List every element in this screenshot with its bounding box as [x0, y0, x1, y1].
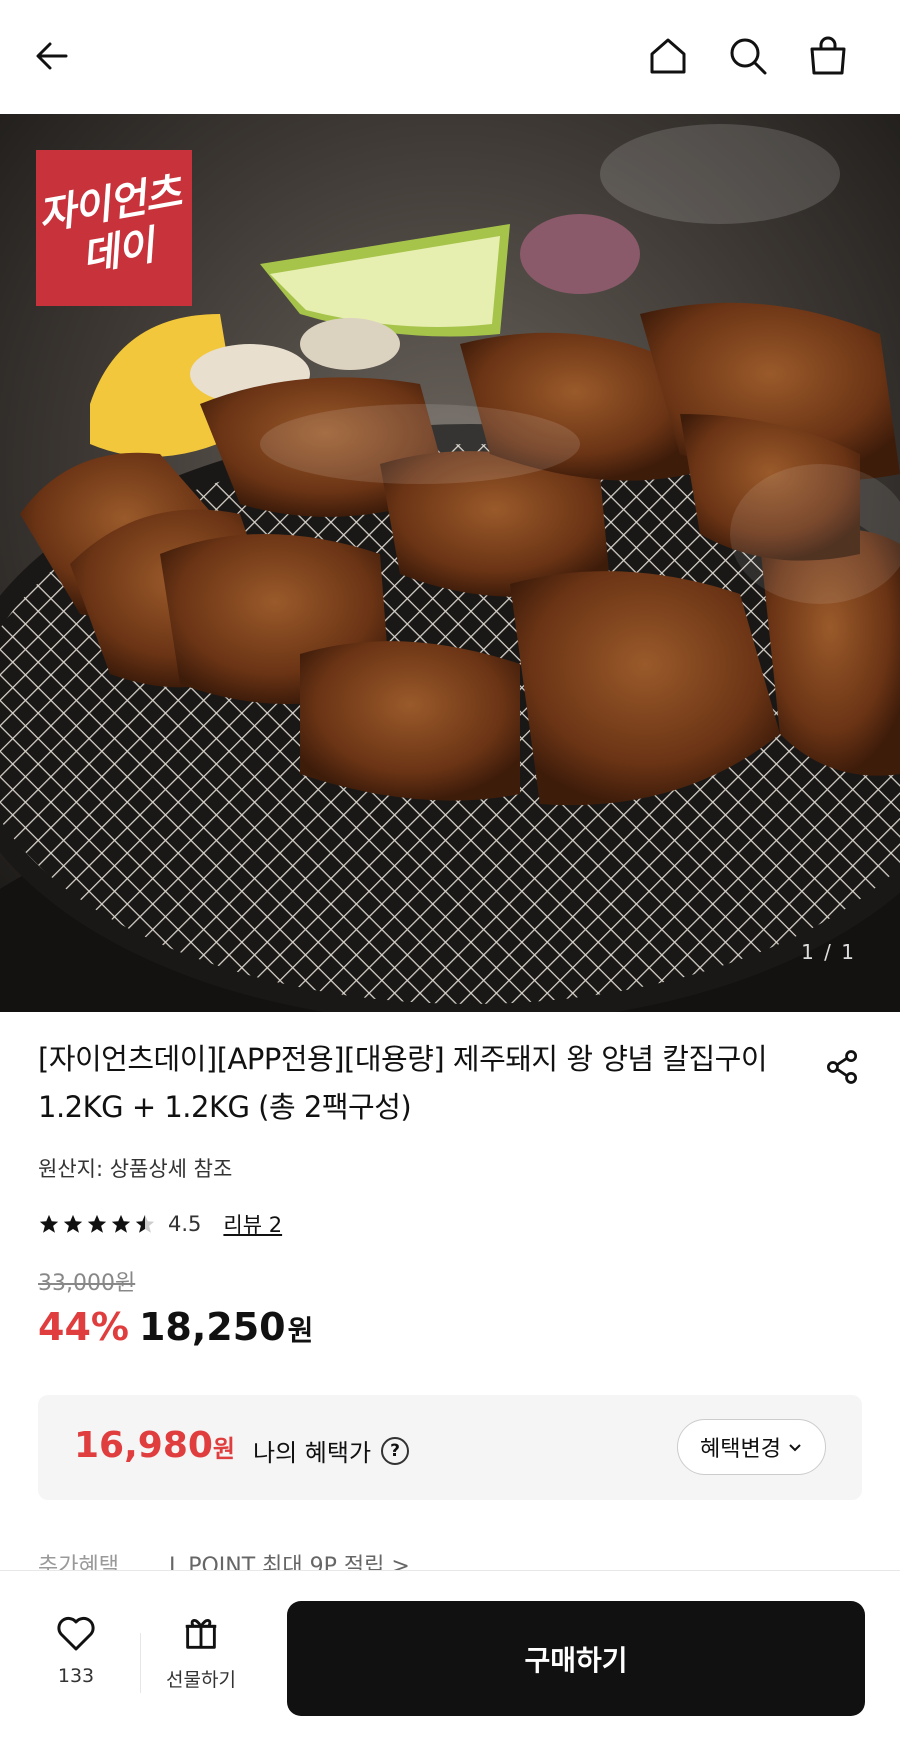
origin-text: 원산지: 상품상세 참조	[38, 1157, 233, 1181]
benefit-label-row: 나의 혜택가 ?	[253, 1433, 410, 1468]
chevron-down-icon	[789, 1444, 801, 1452]
image-pager: 1 / 1	[801, 940, 856, 964]
star-full-icon	[39, 1214, 59, 1233]
brand-logo-badge: 자이언츠 데이	[35, 150, 192, 306]
like-button[interactable]: 133	[36, 1611, 116, 1687]
benefit-price-value: 16,980	[74, 1425, 213, 1466]
benefit-label: 나의 혜택가	[253, 1439, 372, 1467]
benefit-price-unit: 원	[212, 1435, 236, 1463]
top-app-bar	[0, 0, 900, 114]
benefit-price: 16,980원	[74, 1425, 235, 1466]
star-half-icon	[135, 1214, 155, 1233]
rating-value: 4.5	[168, 1212, 202, 1236]
search-icon[interactable]	[720, 28, 776, 84]
change-benefit-button[interactable]: 혜택변경	[677, 1419, 826, 1475]
star-full-icon	[63, 1214, 83, 1233]
rating-row: 4.5 리뷰 2	[38, 1209, 868, 1239]
product-info: [자이언츠데이][APP전용][대용량] 제주돼지 왕 양념 칼집구이 1.2K…	[38, 1035, 868, 1349]
review-link[interactable]: 리뷰 2	[223, 1209, 282, 1239]
bottom-action-bar: 133 선물하기 구매하기	[0, 1570, 900, 1741]
star-full-icon	[87, 1214, 107, 1233]
help-icon[interactable]: ?	[381, 1436, 410, 1465]
product-title: [자이언츠데이][APP전용][대용량] 제주돼지 왕 양념 칼집구이 1.2K…	[38, 1042, 768, 1124]
gift-label: 선물하기	[166, 1669, 236, 1691]
product-image[interactable]: 자이언츠 데이 1 / 1	[0, 114, 900, 1012]
gift-button[interactable]: 선물하기	[156, 1611, 246, 1692]
change-benefit-label: 혜택변경	[700, 1437, 781, 1462]
star-full-icon	[111, 1214, 131, 1233]
shopping-bag-icon[interactable]	[800, 28, 856, 84]
my-benefit-price-box: 16,980원 나의 혜택가 ? 혜택변경	[38, 1395, 862, 1500]
star-rating	[38, 1213, 156, 1235]
price-row: 44% 18,250 원	[38, 1305, 868, 1349]
sale-price-unit: 원	[287, 1314, 314, 1347]
back-arrow-icon[interactable]	[24, 28, 80, 84]
buy-button[interactable]: 구매하기	[287, 1601, 865, 1716]
divider	[140, 1633, 141, 1693]
heart-icon	[57, 1616, 95, 1651]
gift-icon	[185, 1619, 217, 1649]
sale-price: 18,250	[138, 1305, 286, 1349]
original-price: 33,000원	[38, 1271, 136, 1296]
discount-rate: 44%	[38, 1305, 129, 1349]
home-icon[interactable]	[640, 28, 696, 84]
like-count: 133	[57, 1665, 95, 1687]
share-icon[interactable]	[816, 1041, 868, 1093]
